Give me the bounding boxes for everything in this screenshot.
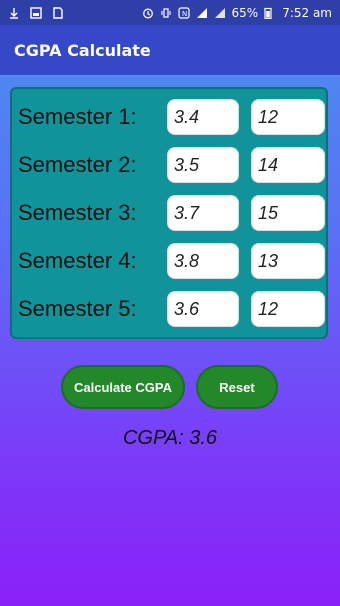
- semester-2-credits-input[interactable]: 14: [251, 147, 325, 183]
- semester-1-gpa-input[interactable]: 3.4: [167, 99, 239, 135]
- semester-row: Semester 1: 3.4 12: [18, 97, 325, 137]
- signal-icon: [196, 7, 208, 19]
- semester-3-credits-input[interactable]: 15: [251, 195, 325, 231]
- semester-label: Semester 4:: [18, 248, 137, 273]
- reset-button[interactable]: Reset: [196, 365, 278, 409]
- vibrate-icon: [160, 7, 172, 19]
- semester-label: Semester 3:: [18, 200, 137, 225]
- semester-row: Semester 2: 3.5 14: [18, 145, 325, 185]
- semester-row: Semester 4: 3.8 13: [18, 241, 325, 281]
- svg-text:N: N: [182, 10, 187, 18]
- calculate-cgpa-button[interactable]: Calculate CGPA: [61, 365, 185, 409]
- semester-label: Semester 1:: [18, 104, 137, 129]
- alarm-icon: [142, 7, 154, 19]
- battery-percent: 65%: [231, 5, 259, 20]
- semester-5-gpa-input[interactable]: 3.6: [167, 291, 239, 327]
- nfc-icon: N: [177, 6, 190, 19]
- battery-icon: [264, 7, 276, 19]
- semesters-panel: Semester 1: 3.4 12 Semester 2: 3.5 14 Se…: [10, 87, 328, 339]
- semester-3-gpa-input[interactable]: 3.7: [167, 195, 239, 231]
- signal-2-icon: [214, 7, 226, 19]
- sim-icon: [52, 6, 64, 19]
- semester-2-gpa-input[interactable]: 3.5: [167, 147, 239, 183]
- semester-1-credits-input[interactable]: 12: [251, 99, 325, 135]
- semester-4-credits-input[interactable]: 13: [251, 243, 325, 279]
- semester-row: Semester 3: 3.7 15: [18, 193, 325, 233]
- semester-5-credits-input[interactable]: 12: [251, 291, 325, 327]
- status-bar: N 65% 7:52 am: [0, 0, 340, 25]
- semester-label: Semester 2:: [18, 152, 137, 177]
- semester-row: Semester 5: 3.6 12: [18, 289, 325, 329]
- app-title: CGPA Calculate: [14, 40, 151, 60]
- semester-label: Semester 5:: [18, 296, 137, 321]
- gallery-icon: [30, 6, 42, 19]
- cgpa-result: CGPA: 3.6: [122, 427, 218, 449]
- semester-4-gpa-input[interactable]: 3.8: [167, 243, 239, 279]
- usb-icon: [8, 7, 20, 19]
- main-content: Semester 1: 3.4 12 Semester 2: 3.5 14 Se…: [0, 75, 340, 606]
- app-bar: CGPA Calculate: [0, 25, 340, 75]
- clock: 7:52 am: [282, 5, 332, 20]
